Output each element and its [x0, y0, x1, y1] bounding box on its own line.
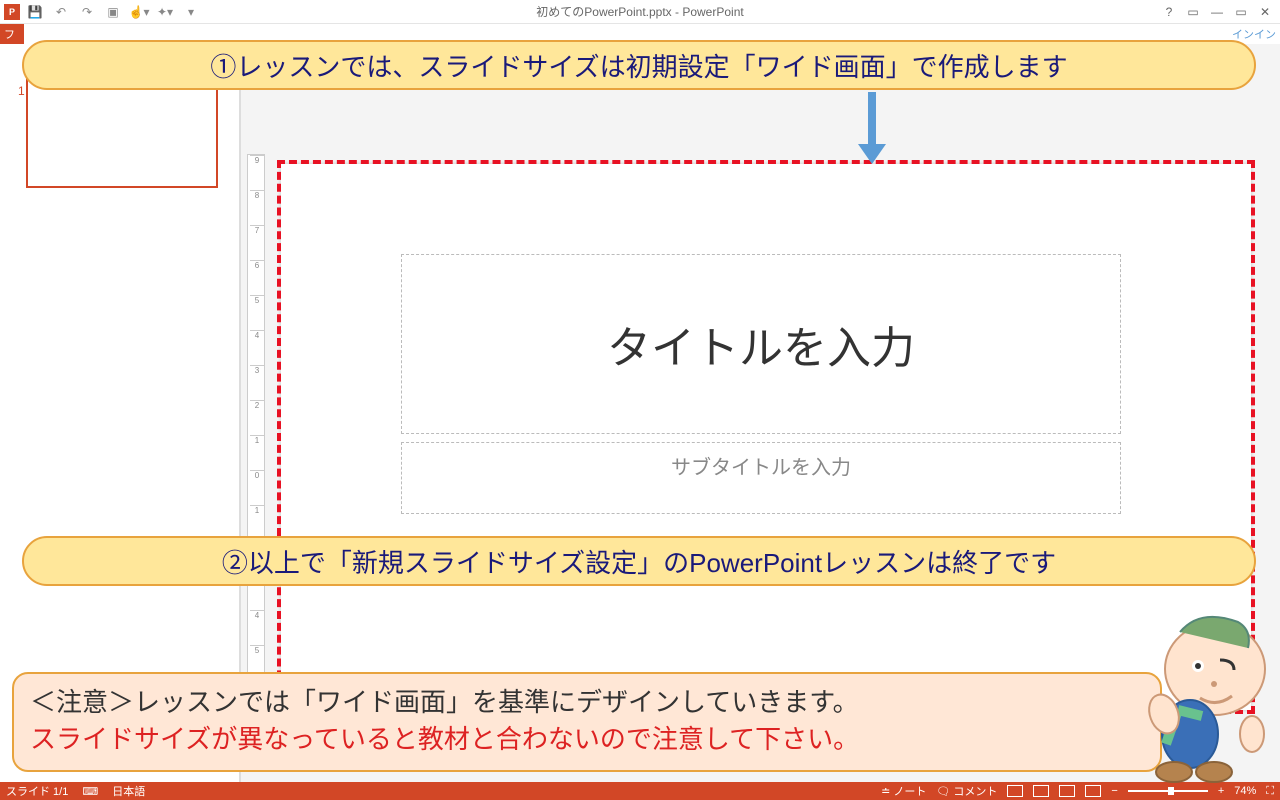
notes-button[interactable]: ≐ ノート [881, 783, 926, 799]
slide-thumbnail-1[interactable] [26, 76, 218, 188]
touch-mode-icon[interactable]: ☝▾ [128, 2, 150, 22]
start-from-beginning-icon[interactable]: ▣ [102, 2, 124, 22]
ruler-tick: 1 [250, 505, 264, 515]
ruler-tick: 8 [250, 190, 264, 200]
slide-canvas[interactable]: タイトルを入力 サブタイトルを入力 [281, 164, 1251, 710]
app-icon: P [4, 4, 20, 20]
help-icon[interactable]: ? [1162, 5, 1176, 19]
annotation-callout-1: ①レッスンでは、スライドサイズは初期設定「ワイド画面」で作成します [22, 40, 1256, 90]
title-placeholder-text: タイトルを入力 [607, 312, 915, 376]
ruler-tick: 7 [250, 225, 264, 235]
window-controls: ? ▭ — ▭ ✕ [1162, 5, 1278, 19]
ruler-tick: 0 [250, 470, 264, 480]
normal-view-icon[interactable] [1007, 785, 1023, 797]
undo-icon[interactable]: ↶ [50, 2, 72, 22]
ruler-tick: 5 [250, 645, 264, 655]
ribbon-display-options-icon[interactable]: ▭ [1186, 5, 1200, 19]
annotation-1-text: ①レッスンでは、スライドサイズは初期設定「ワイド画面」で作成します [210, 47, 1067, 84]
zoom-slider[interactable] [1128, 790, 1208, 792]
ruler-tick: 6 [250, 260, 264, 270]
fit-to-window-icon[interactable]: ⛶ [1266, 785, 1274, 798]
reading-view-icon[interactable] [1059, 785, 1075, 797]
ruler-tick: 1 [250, 435, 264, 445]
annotation-note-line2: スライドサイズが異なっていると教材と合わないので注意して下さい。 [30, 719, 1144, 756]
title-bar: P 💾 ↶ ↷ ▣ ☝▾ ✦▾ ▾ 初めてのPowerPoint.pptx - … [0, 0, 1280, 24]
redo-icon[interactable]: ↷ [76, 2, 98, 22]
quick-access-toolbar: P 💾 ↶ ↷ ▣ ☝▾ ✦▾ ▾ [0, 2, 202, 22]
thumbnail-number: 1 [18, 84, 25, 98]
file-tab[interactable]: フ [0, 24, 24, 44]
slide-counter[interactable]: スライド 1/1 [6, 783, 68, 799]
close-icon[interactable]: ✕ [1258, 5, 1272, 19]
comments-button[interactable]: 🗨 コメント [936, 783, 997, 799]
qat-customize-icon[interactable]: ▾ [180, 2, 202, 22]
qat-more-icon[interactable]: ✦▾ [154, 2, 176, 22]
zoom-in-button[interactable]: + [1218, 785, 1224, 797]
annotation-2-text: ②以上で「新規スライドサイズ設定」のPowerPointレッスンは終了です [222, 543, 1056, 580]
language-indicator[interactable]: 日本語 [112, 783, 145, 799]
vertical-ruler: 9876543210123456 [247, 154, 265, 714]
slide-sorter-view-icon[interactable] [1033, 785, 1049, 797]
subtitle-placeholder[interactable]: サブタイトルを入力 [401, 442, 1121, 514]
minimize-icon[interactable]: — [1210, 5, 1224, 19]
ruler-tick: 4 [250, 610, 264, 620]
ruler-tick: 3 [250, 365, 264, 375]
ruler-tick: 2 [250, 400, 264, 410]
annotation-arrow [860, 92, 884, 166]
ruler-tick: 4 [250, 330, 264, 340]
window-title: 初めてのPowerPoint.pptx - PowerPoint [536, 3, 743, 20]
status-bar: スライド 1/1 ⌨ 日本語 ≐ ノート 🗨 コメント − + 74% ⛶ [0, 782, 1280, 800]
annotation-note: ＜注意＞レッスンでは「ワイド画面」を基準にデザインしていきます。 スライドサイズ… [12, 672, 1162, 772]
title-placeholder[interactable]: タイトルを入力 [401, 254, 1121, 434]
maximize-icon[interactable]: ▭ [1234, 5, 1248, 19]
slideshow-view-icon[interactable] [1085, 785, 1101, 797]
ruler-tick: 9 [250, 155, 264, 165]
ruler-tick: 5 [250, 295, 264, 305]
save-icon[interactable]: 💾 [24, 2, 46, 22]
language-indicator-icon[interactable]: ⌨ [82, 785, 98, 798]
annotation-callout-2: ②以上で「新規スライドサイズ設定」のPowerPointレッスンは終了です [22, 536, 1256, 586]
subtitle-placeholder-text: サブタイトルを入力 [671, 451, 851, 480]
sign-in-link[interactable]: インイン [1232, 26, 1276, 42]
zoom-out-button[interactable]: − [1111, 785, 1117, 797]
mascot-character [1120, 604, 1280, 784]
zoom-level[interactable]: 74% [1234, 785, 1256, 797]
annotation-note-line1: ＜注意＞レッスンでは「ワイド画面」を基準にデザインしていきます。 [30, 682, 1144, 719]
